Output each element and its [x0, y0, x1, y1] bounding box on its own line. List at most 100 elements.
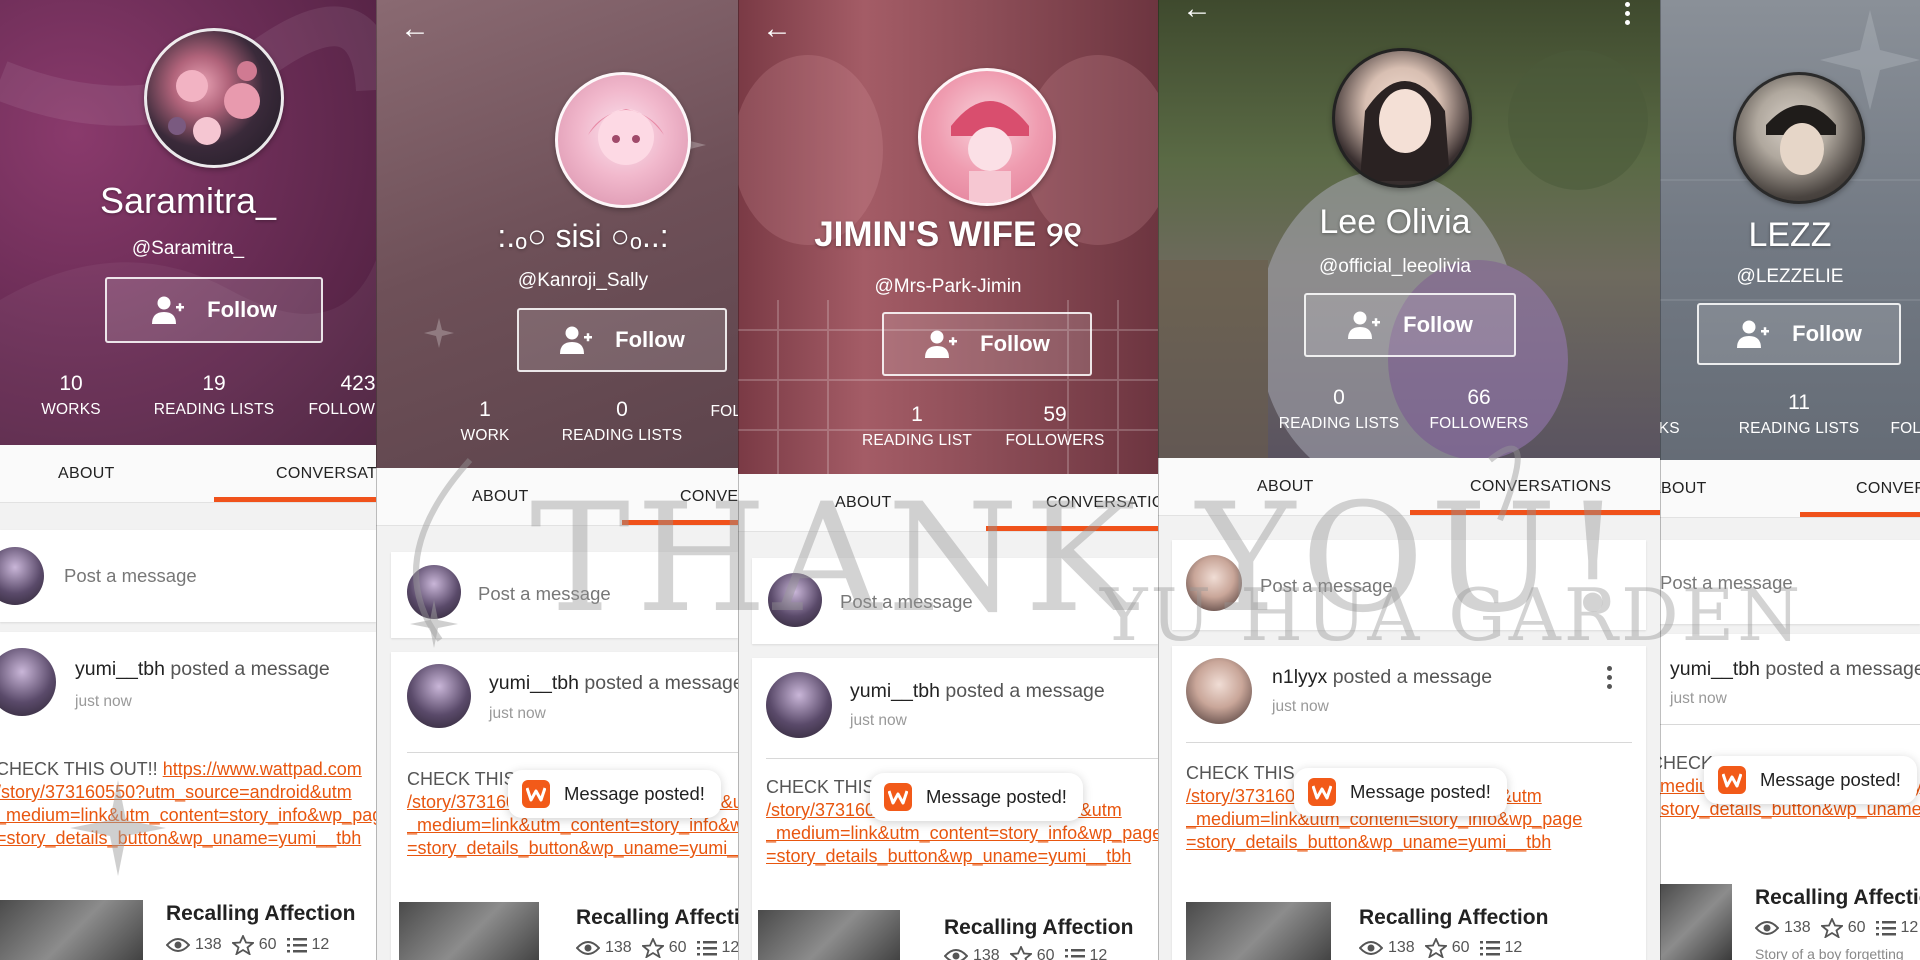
tab-conversations[interactable]: CONVERSATIONS — [1046, 474, 1158, 532]
story-cover[interactable] — [1186, 902, 1331, 960]
story-link-line[interactable]: /story/373160550?utm_source=android&utm — [0, 781, 376, 804]
post-message-card[interactable]: Post a message — [752, 558, 1158, 644]
more-options-icon[interactable] — [1606, 666, 1614, 693]
profile-tabs: ABOUT CONVERSATIONS — [0, 445, 376, 503]
story-title[interactable]: Recalling Affection — [944, 916, 1133, 940]
post-message-card[interactable]: Post a message — [0, 530, 376, 622]
profile-avatar[interactable] — [555, 72, 691, 208]
story-title[interactable]: Recalling Affection — [576, 906, 738, 930]
post-message-input[interactable]: Post a message — [64, 565, 197, 587]
story-link-line[interactable]: =story_details_button&wp_uname=yumi__tbh — [1186, 831, 1632, 854]
stat-followers[interactable]: 66 FOLLOWERS — [1429, 386, 1528, 433]
profile-avatar[interactable] — [918, 68, 1056, 206]
girl-avatar-art — [951, 101, 1029, 203]
post-time: just now — [1670, 690, 1727, 707]
follow-button[interactable]: Follow — [1697, 303, 1901, 365]
follow-button[interactable]: Follow — [1304, 293, 1516, 357]
stat-reading-lists[interactable]: 0 READING LISTS — [1279, 386, 1400, 433]
post-message-input[interactable]: Post a message — [1660, 572, 1793, 594]
stat-reading-lists[interactable]: 1 READING LIST — [862, 403, 972, 450]
tab-conversations[interactable]: CONVERSATIONS — [680, 468, 738, 526]
stat-followers[interactable]: 59 FOLLOWERS — [1005, 403, 1104, 450]
tab-about[interactable]: ABOUT — [58, 445, 115, 503]
poster-name[interactable]: yumi__tbh — [1670, 658, 1760, 680]
story-stats: 138 60 12 — [576, 938, 738, 958]
profile-header: ← :.ₒ○ sisi ○ₒ..: @Kanroji_Sally Follow … — [376, 0, 738, 468]
reads-count: 138 — [195, 936, 222, 953]
stat-value: 19 — [202, 372, 226, 395]
follow-button[interactable]: Follow — [882, 312, 1092, 376]
stat-followers[interactable]: 2 FOLLOWERS — [1890, 391, 1920, 438]
tab-conversations[interactable]: CONVERSATIONS — [1470, 458, 1611, 516]
profile-header: LEZZ @LEZZELIE Follow 3 WORKS 11 READING L… — [1660, 0, 1920, 460]
poster-avatar[interactable] — [1186, 658, 1252, 724]
story-link[interactable]: https://www.wattpad.com — [163, 759, 362, 779]
tab-about[interactable]: ABOUT — [1257, 458, 1314, 516]
panel-divider — [738, 0, 739, 960]
stat-followers[interactable]: 423 FOLLOWERS — [308, 372, 376, 419]
story-title[interactable]: Recalling Affection — [1755, 886, 1920, 910]
story-link-line[interactable]: =story_details_button&wp_uname=yumi__tbh — [0, 827, 376, 850]
poster-name[interactable]: yumi__tbh — [850, 680, 940, 702]
wattpad-logo-icon — [1308, 778, 1336, 806]
tab-conversations[interactable]: CONVERSATIONS — [276, 445, 376, 503]
poster-avatar[interactable] — [766, 672, 832, 738]
votes-count: 60 — [258, 936, 277, 953]
post-message-card[interactable]: Post a message — [1660, 540, 1920, 624]
follow-button[interactable]: Follow — [105, 277, 323, 343]
tab-about[interactable]: ABOUT — [1660, 460, 1707, 518]
story-title[interactable]: Recalling Affection — [166, 902, 355, 926]
poster-name[interactable]: yumi__tbh — [75, 658, 165, 680]
back-arrow-icon[interactable]: ← — [1182, 0, 1212, 24]
stat-label: FOLLOWERS — [308, 401, 376, 418]
story-link-line[interactable]: =story_details_button&wp_uname=yumi__tbh — [407, 837, 738, 860]
username: @Mrs-Park-Jimin — [874, 276, 1022, 297]
back-arrow-icon[interactable]: ← — [400, 14, 430, 44]
story-link-line[interactable]: _medium=link&utm_content=story_info&wp_p… — [0, 804, 376, 827]
message-prefix: CHECK THIS OUT!! — [0, 759, 163, 779]
story-title[interactable]: Recalling Affection — [1359, 906, 1548, 930]
stat-works[interactable]: 10 WORKS — [41, 372, 101, 419]
post-message-card[interactable]: Post a message — [391, 552, 738, 638]
posted-text: posted a message — [170, 658, 330, 680]
stat-value: 423 — [340, 372, 376, 395]
stat-reading-lists[interactable]: 19 READING LISTS — [154, 372, 275, 419]
list-icon — [1064, 949, 1085, 958]
toast-text: Message posted! — [1350, 781, 1491, 802]
post-message-input[interactable]: Post a message — [840, 591, 973, 613]
post-message-card[interactable]: Post a message — [1172, 540, 1646, 630]
tab-about[interactable]: ABOUT — [835, 474, 892, 532]
story-cover[interactable] — [1660, 884, 1732, 960]
poster-name[interactable]: yumi__tbh — [489, 672, 579, 694]
stat-value: 10 — [59, 372, 83, 395]
stat-works[interactable]: 1 WORK — [460, 398, 509, 445]
stat-followers[interactable]: FOLLOWERS — [710, 398, 738, 421]
story-stats: 138 60 12 — [166, 935, 329, 955]
story-link-line[interactable]: =story_details_button&wp_uname=yumi__tbh — [766, 845, 1158, 868]
poster-avatar[interactable] — [407, 664, 471, 728]
stat-reading-lists[interactable]: 0 READING LISTS — [562, 398, 683, 445]
post-message-input[interactable]: Post a message — [1260, 575, 1393, 597]
story-cover[interactable] — [399, 902, 539, 960]
story-cover[interactable] — [758, 910, 900, 960]
profile-header: ← Lee Olivia @official_leeolivia Follow … — [1158, 0, 1660, 458]
more-options-icon[interactable] — [1624, 2, 1632, 29]
follow-button[interactable]: Follow — [517, 308, 727, 372]
votes-count: 60 — [1451, 939, 1470, 956]
profile-avatar[interactable] — [1332, 48, 1472, 188]
eye-icon — [1755, 921, 1779, 935]
tab-conversations[interactable]: CONVERSATIONS — [1856, 460, 1920, 518]
story-link-line[interactable]: _medium=link&utm_content=story_info&wp_p… — [766, 822, 1158, 845]
tab-about[interactable]: ABOUT — [472, 468, 529, 526]
stat-reading-lists[interactable]: 11 READING LISTS — [1739, 391, 1860, 438]
back-arrow-icon[interactable]: ← — [762, 14, 792, 44]
profile-avatar[interactable] — [1733, 72, 1865, 204]
poster-avatar[interactable] — [0, 648, 56, 716]
list-icon — [286, 938, 307, 953]
story-cover[interactable] — [0, 900, 143, 960]
reads-count: 138 — [973, 947, 1000, 960]
poster-name[interactable]: n1lyyx — [1272, 666, 1327, 688]
post-message-input[interactable]: Post a message — [478, 583, 611, 605]
stat-works[interactable]: 3 WORKS — [1660, 391, 1680, 438]
profile-avatar[interactable] — [144, 28, 284, 168]
